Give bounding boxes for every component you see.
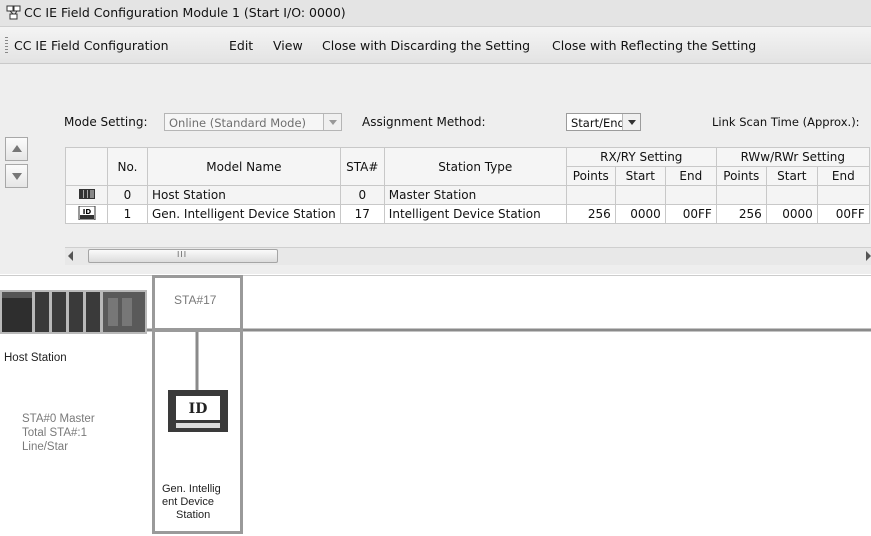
link-scan-time-label: Link Scan Time (Approx.): <box>712 115 860 129</box>
rw-points-header: Points <box>715 166 767 186</box>
menu-close-reflect[interactable]: Close with Reflecting the Setting <box>552 38 756 53</box>
row-sta[interactable]: 17 <box>339 204 385 224</box>
station-17-number: STA#17 <box>174 293 217 307</box>
assignment-method-select[interactable]: Start/End <box>566 113 641 131</box>
window-title: CC IE Field Configuration Module 1 (Star… <box>24 5 346 20</box>
station-17-divider <box>155 328 240 332</box>
id-station-icon: ID <box>65 204 108 224</box>
host-info-line-2: Total STA#:1 <box>22 427 87 439</box>
assignment-method-value: Start/End <box>571 116 625 130</box>
station-name-line-1: Gen. Intellig <box>162 483 221 495</box>
model-name-column-header[interactable]: Model Name <box>147 147 341 186</box>
id-icon-text: ID <box>189 401 208 417</box>
menu-close-discard[interactable]: Close with Discarding the Setting <box>322 38 530 53</box>
move-up-button[interactable] <box>5 137 28 161</box>
host-info-line-3: Line/Star <box>22 441 69 453</box>
row-rx-end[interactable] <box>664 185 717 205</box>
rw-start-header: Start <box>765 166 818 186</box>
row-rx-start[interactable]: 0000 <box>614 204 666 224</box>
row-rw-start[interactable] <box>765 185 818 205</box>
host-info-line-1: STA#0 Master <box>22 413 95 425</box>
id-station-icon[interactable]: ID <box>168 390 228 432</box>
row-rw-end[interactable] <box>816 185 870 205</box>
row-station-type: Master Station <box>383 185 567 205</box>
row-rx-points[interactable] <box>565 185 616 205</box>
id-icon-text: ID <box>82 208 91 216</box>
horizontal-scrollbar[interactable]: III <box>65 247 871 265</box>
scroll-right-icon[interactable] <box>866 251 871 261</box>
row-sta: 0 <box>339 185 385 205</box>
rx-start-header: Start <box>614 166 666 186</box>
rx-points-header: Points <box>565 166 616 186</box>
title-bar: CC IE Field Configuration Module 1 (Star… <box>0 0 871 27</box>
toolbar-grip[interactable] <box>5 37 8 53</box>
station-name-line-3: Station <box>176 509 211 521</box>
no-column-header[interactable]: No. <box>107 147 148 186</box>
rx-ry-setting-header: RX/RY Setting <box>565 147 717 167</box>
chevron-down-icon <box>622 114 640 130</box>
menu-view[interactable]: View <box>273 38 303 53</box>
host-station-icon[interactable] <box>0 290 147 334</box>
scrollbar-thumb[interactable]: III <box>88 249 278 263</box>
assignment-method-label: Assignment Method: <box>362 115 486 129</box>
row-rw-points[interactable]: 256 <box>715 204 767 224</box>
station-name-line-2: ent Device <box>162 496 214 508</box>
row-rx-points[interactable]: 256 <box>565 204 616 224</box>
station-type-column-header[interactable]: Station Type <box>383 147 567 186</box>
row-station-type[interactable]: Intelligent Device Station <box>383 204 567 224</box>
host-station-icon <box>65 185 108 205</box>
menu-cc-ie-field-configuration[interactable]: CC IE Field Configuration <box>14 38 169 53</box>
station-table: No. Model Name STA# Station Type RX/RY S… <box>65 147 870 224</box>
table-row[interactable]: ID 1 Gen. Intelligent Device Station 17 … <box>65 204 870 224</box>
scroll-left-icon[interactable] <box>68 251 73 261</box>
menu-edit[interactable]: Edit <box>229 38 253 53</box>
rx-end-header: End <box>664 166 717 186</box>
mode-setting-select[interactable]: Online (Standard Mode) <box>164 113 342 131</box>
network-diagram: Host Station STA#0 Master Total STA#:1 L… <box>0 275 871 536</box>
row-rx-end[interactable]: 00FF <box>664 204 717 224</box>
icon-column-header <box>65 147 108 186</box>
mode-setting-value: Online (Standard Mode) <box>169 116 307 130</box>
menu-bar: CC IE Field Configuration Edit View Clos… <box>0 27 871 64</box>
host-station-label: Host Station <box>4 352 67 364</box>
row-no: 1 <box>107 204 148 224</box>
sta-column-header[interactable]: STA# <box>339 147 385 186</box>
scrollbar-grip: III <box>177 250 188 259</box>
row-rw-start[interactable]: 0000 <box>765 204 818 224</box>
move-down-button[interactable] <box>5 164 28 188</box>
chevron-down-icon <box>323 114 341 130</box>
mode-setting-label: Mode Setting: <box>64 115 148 129</box>
table-row[interactable]: 0 Host Station 0 Master Station <box>65 185 870 205</box>
row-model-name: Host Station <box>147 185 341 205</box>
app-icon <box>6 5 21 20</box>
rw-end-header: End <box>816 166 870 186</box>
row-rx-start[interactable] <box>614 185 666 205</box>
row-rw-points[interactable] <box>715 185 767 205</box>
row-rw-end[interactable]: 00FF <box>816 204 870 224</box>
rww-rwr-setting-header: RWw/RWr Setting <box>715 147 870 167</box>
row-no: 0 <box>107 185 148 205</box>
row-model-name: Gen. Intelligent Device Station <box>147 204 341 224</box>
